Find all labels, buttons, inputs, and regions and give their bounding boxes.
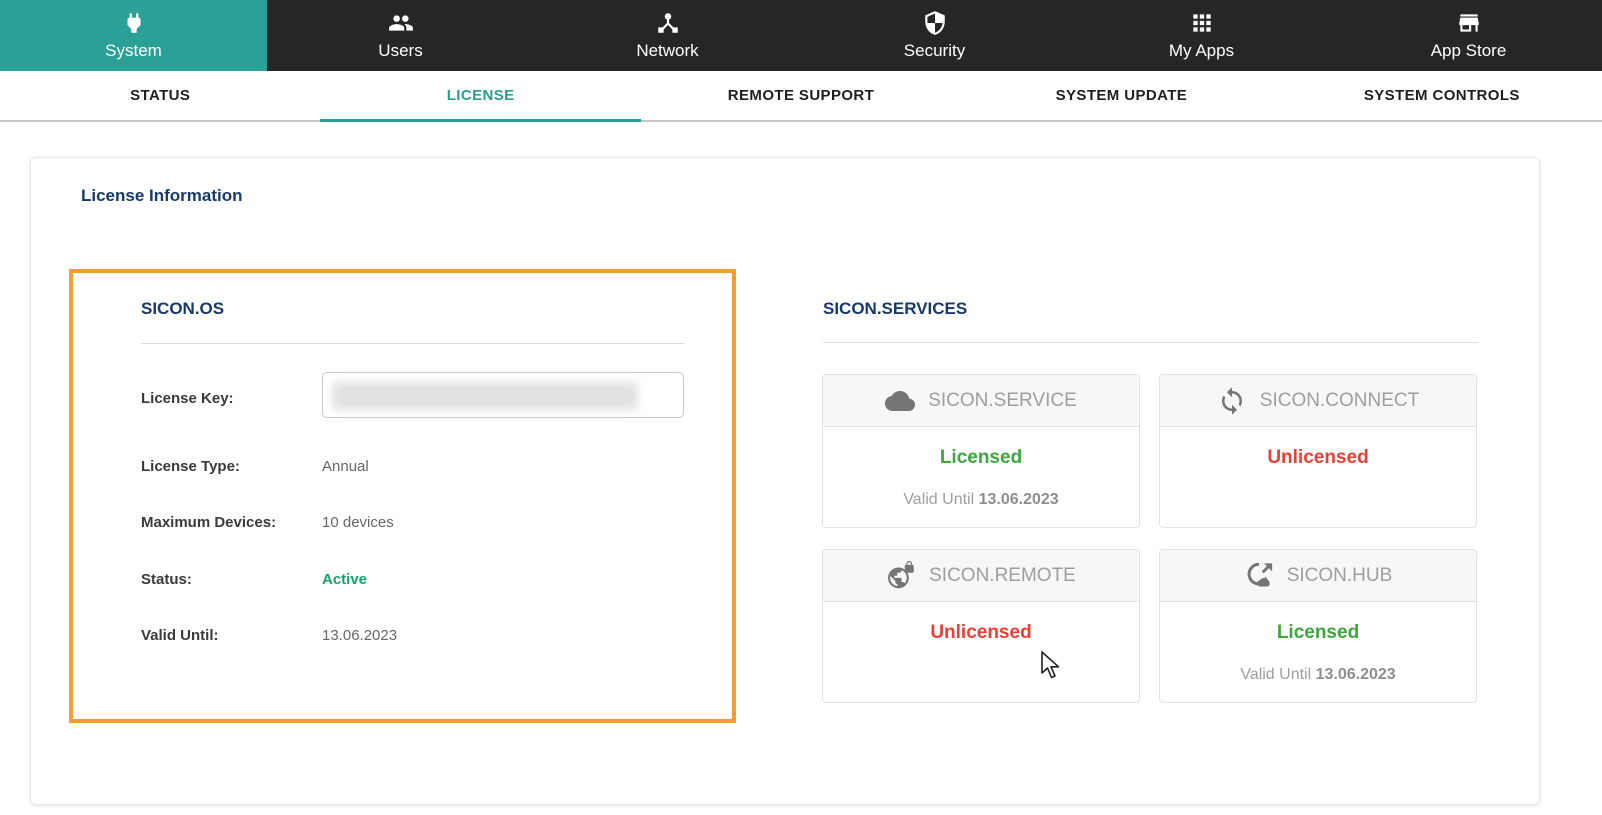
tab-remote-support[interactable]: REMOTE SUPPORT xyxy=(641,71,961,120)
license-status: Unlicensed xyxy=(823,622,1139,644)
store-icon xyxy=(1456,10,1482,36)
license-status: Licensed xyxy=(1160,622,1476,644)
license-status: Licensed xyxy=(823,447,1139,469)
sync-icon xyxy=(1217,386,1247,416)
nav-label-app-store: App Store xyxy=(1431,41,1507,61)
card-title: SICON.SERVICE xyxy=(928,390,1077,412)
valid-until-date: 13.06.2023 xyxy=(979,491,1059,508)
plug-icon xyxy=(121,10,147,36)
sicon-services-title: SICON.SERVICES xyxy=(823,299,967,319)
sub-navigation: STATUS LICENSE REMOTE SUPPORT SYSTEM UPD… xyxy=(0,71,1602,122)
valid-until-prefix: Valid Until xyxy=(1240,666,1311,683)
divider xyxy=(823,342,1478,343)
card-sicon-service-header: SICON.SERVICE xyxy=(823,375,1139,427)
license-type-row: License Type: Annual xyxy=(141,457,701,477)
license-key-input[interactable] xyxy=(322,372,684,418)
license-key-label: License Key: xyxy=(141,389,234,409)
service-cards: SICON.SERVICE Licensed Valid Until 13.06… xyxy=(822,374,1477,703)
card-body: Unlicensed xyxy=(1160,427,1476,528)
status-row: Status: Active xyxy=(141,570,701,590)
nav-tab-system[interactable]: System xyxy=(0,0,267,71)
maximum-devices-value: 10 devices xyxy=(322,513,394,533)
card-title: SICON.HUB xyxy=(1287,565,1393,587)
users-icon xyxy=(388,10,414,36)
tab-system-controls[interactable]: SYSTEM CONTROLS xyxy=(1282,71,1602,120)
status-badge: Active xyxy=(322,570,367,590)
redacted-license-key xyxy=(332,382,638,410)
card-sicon-connect: SICON.CONNECT Unlicensed xyxy=(1159,374,1477,528)
shield-icon xyxy=(922,10,948,36)
tab-system-update[interactable]: SYSTEM UPDATE xyxy=(961,71,1281,120)
card-sicon-service: SICON.SERVICE Licensed Valid Until 13.06… xyxy=(822,374,1140,528)
license-type-value: Annual xyxy=(322,457,369,477)
card-body: Unlicensed xyxy=(823,602,1139,703)
apps-grid-icon xyxy=(1189,10,1215,36)
sicon-os-title: SICON.OS xyxy=(141,299,224,319)
card-body: Licensed Valid Until 13.06.2023 xyxy=(1160,602,1476,703)
card-sicon-remote: SICON.REMOTE Unlicensed xyxy=(822,549,1140,703)
tab-license[interactable]: LICENSE xyxy=(320,71,640,120)
status-label: Status: xyxy=(141,570,192,590)
nav-tab-users[interactable]: Users xyxy=(267,0,534,71)
nav-label-system: System xyxy=(105,41,162,61)
page-title: License Information xyxy=(81,186,243,206)
card-title: SICON.REMOTE xyxy=(929,565,1076,587)
license-type-label: License Type: xyxy=(141,457,240,477)
card-sicon-hub: SICON.HUB Licensed Valid Until 13.06.202… xyxy=(1159,549,1477,703)
nav-label-network: Network xyxy=(636,41,698,61)
nav-tab-app-store[interactable]: App Store xyxy=(1335,0,1602,71)
maximum-devices-row: Maximum Devices: 10 devices xyxy=(141,513,701,533)
valid-until-date: 13.06.2023 xyxy=(1316,666,1396,683)
card-body: Licensed Valid Until 13.06.2023 xyxy=(823,427,1139,528)
nav-tab-network[interactable]: Network xyxy=(534,0,801,71)
network-icon xyxy=(655,10,681,36)
nav-tab-security[interactable]: Security xyxy=(801,0,1068,71)
top-navigation: System Users Network Security My Apps Ap… xyxy=(0,0,1602,71)
valid-until-value: 13.06.2023 xyxy=(322,626,397,646)
valid-until-row: Valid Until: 13.06.2023 xyxy=(141,626,701,646)
valid-until-prefix: Valid Until xyxy=(903,491,974,508)
license-panel: License Information SICON.OS License Key… xyxy=(30,157,1540,805)
tab-status[interactable]: STATUS xyxy=(0,71,320,120)
nav-label-users: Users xyxy=(378,41,422,61)
nav-label-security: Security xyxy=(904,41,965,61)
card-sicon-connect-header: SICON.CONNECT xyxy=(1160,375,1476,427)
nav-label-my-apps: My Apps xyxy=(1169,41,1234,61)
card-title: SICON.CONNECT xyxy=(1260,390,1419,412)
divider xyxy=(141,343,684,344)
maximum-devices-label: Maximum Devices: xyxy=(141,513,276,533)
valid-until-line: Valid Until 13.06.2023 xyxy=(823,491,1139,509)
card-sicon-remote-header: SICON.REMOTE xyxy=(823,550,1139,602)
nav-tab-my-apps[interactable]: My Apps xyxy=(1068,0,1335,71)
cloud-icon xyxy=(885,386,915,416)
valid-until-label: Valid Until: xyxy=(141,626,219,646)
valid-until-line: Valid Until 13.06.2023 xyxy=(1160,666,1476,684)
sicon-os-section: SICON.OS License Key: License Type: Annu… xyxy=(69,269,736,723)
card-sicon-hub-header: SICON.HUB xyxy=(1160,550,1476,602)
cloud-sync-icon xyxy=(1244,561,1274,591)
globe-lock-icon xyxy=(886,561,916,591)
license-status: Unlicensed xyxy=(1160,447,1476,469)
